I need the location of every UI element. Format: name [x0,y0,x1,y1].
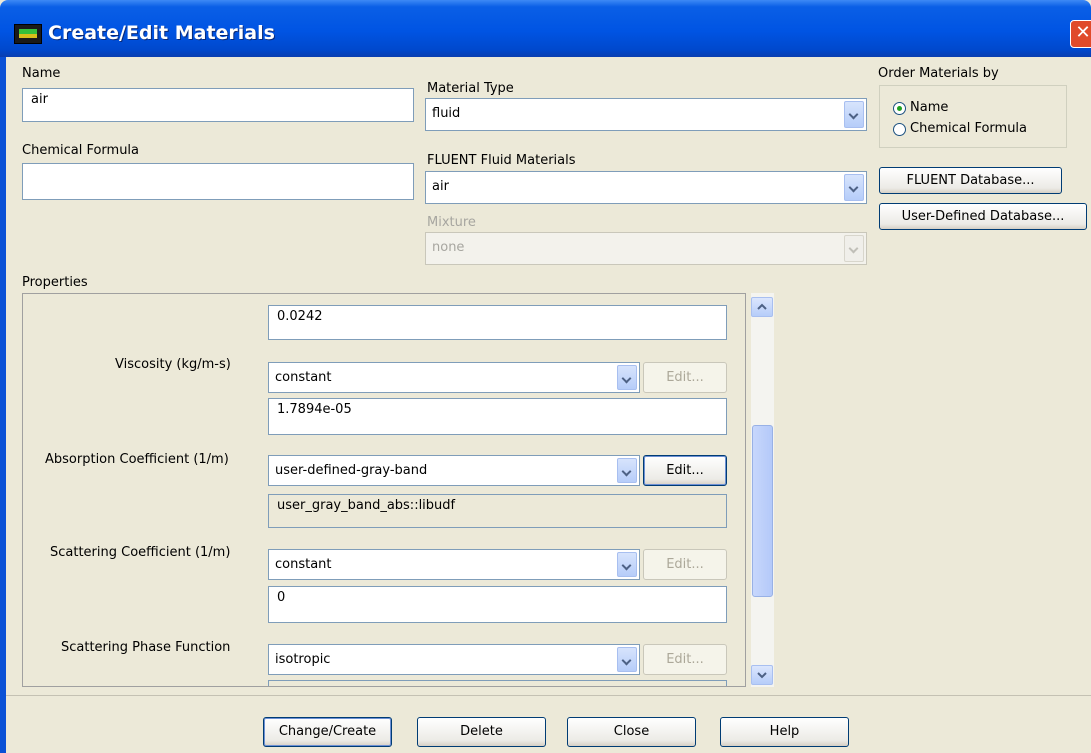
absorption-coefficient-value-field: user_gray_band_abs::libudf [268,494,727,528]
footer-divider [6,695,1091,696]
window-title: Create/Edit Materials [48,22,275,44]
chevron-down-icon[interactable] [617,365,637,390]
order-by-name-label[interactable]: Name [910,100,948,115]
properties-label: Properties [22,275,88,290]
scattering-coefficient-method-value: constant [275,557,332,572]
mixture-label: Mixture [427,215,476,230]
chevron-down-icon [844,235,864,262]
fluent-fluid-materials-select[interactable]: air [425,171,867,204]
name-field[interactable]: air [22,88,414,122]
viscosity-method-value: constant [275,370,332,385]
chevron-down-icon[interactable] [844,101,864,128]
help-button[interactable]: Help [720,717,849,747]
close-window-button[interactable]: ✕ [1070,20,1091,48]
scroll-up-button[interactable] [751,297,773,317]
viscosity-method-select[interactable]: constant [268,362,640,393]
scattering-phase-function-label: Scattering Phase Function [61,640,231,655]
scroll-thumb[interactable] [752,425,773,597]
properties-scrollbar[interactable] [751,293,774,687]
change-create-button[interactable]: Change/Create [263,717,392,747]
close-button[interactable]: Close [567,717,696,747]
app-icon [14,24,42,44]
chevron-down-icon [757,672,767,679]
viscosity-edit-button: Edit... [643,362,727,393]
chevron-down-icon[interactable] [617,458,637,483]
mixture-select: none [425,232,867,265]
chevron-down-icon[interactable] [844,174,864,201]
chemical-formula-field[interactable] [22,163,414,200]
material-type-select[interactable]: fluid [425,98,867,131]
order-by-chemical-formula-label[interactable]: Chemical Formula [910,121,1027,136]
scattering-coefficient-edit-button: Edit... [643,549,727,580]
delete-button[interactable]: Delete [417,717,546,747]
order-materials-by-group [879,85,1067,148]
order-by-chemical-formula-radio[interactable] [893,123,906,136]
fluent-fluid-materials-label: FLUENT Fluid Materials [427,153,576,168]
chevron-up-icon [757,303,767,310]
scattering-phase-function-value-field [268,680,727,686]
viscosity-label: Viscosity (kg/m-s) [115,357,231,372]
chevron-down-icon[interactable] [617,647,637,672]
top-property-value-field[interactable]: 0.0242 [268,305,727,340]
material-type-label: Material Type [427,81,514,96]
name-label: Name [22,66,61,81]
scattering-coefficient-value-field[interactable]: 0 [268,586,727,623]
chemical-formula-label: Chemical Formula [22,143,140,158]
user-defined-database-button[interactable]: User-Defined Database... [879,203,1087,230]
order-by-name-radio[interactable] [893,102,906,115]
order-materials-by-label: Order Materials by [878,66,999,81]
absorption-coefficient-edit-button[interactable]: Edit... [643,455,727,486]
absorption-coefficient-label: Absorption Coefficient (1/m) [45,452,229,467]
material-type-value: fluid [432,106,461,121]
scattering-phase-function-method-value: isotropic [275,652,331,667]
fluent-fluid-materials-value: air [432,179,449,194]
chevron-down-icon[interactable] [617,552,637,577]
absorption-coefficient-method-select[interactable]: user-defined-gray-band [268,455,640,486]
viscosity-value-field[interactable]: 1.7894e-05 [268,398,727,435]
scroll-down-button[interactable] [751,665,773,685]
fluent-database-button[interactable]: FLUENT Database... [879,167,1062,194]
mixture-value: none [432,240,465,255]
window-frame [0,57,6,753]
properties-panel: 0.0242 Viscosity (kg/m-s) constant Edit.… [22,293,746,687]
absorption-coefficient-method-value: user-defined-gray-band [275,463,428,478]
scattering-coefficient-method-select[interactable]: constant [268,549,640,580]
scattering-coefficient-label: Scattering Coefficient (1/m) [50,545,231,560]
scattering-phase-function-method-select[interactable]: isotropic [268,644,640,675]
scattering-phase-function-edit-button: Edit... [643,644,727,675]
